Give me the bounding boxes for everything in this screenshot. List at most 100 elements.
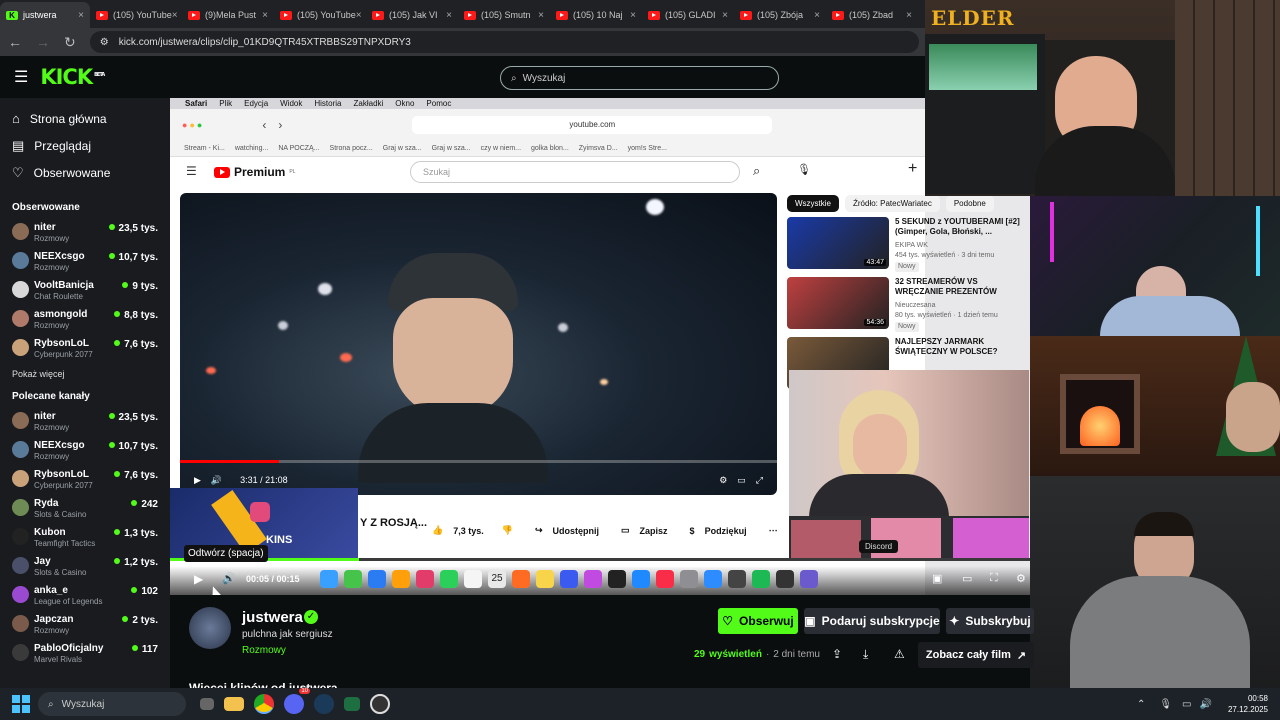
browser-tab[interactable]: (105) Zbad × [826,2,918,28]
close-tab-icon[interactable]: × [78,10,84,21]
follow-button[interactable]: ♡ Obserwuj [718,608,798,634]
bookmark-item: Stream - Ki... [184,145,225,152]
browser-tab[interactable]: (105) 10 Naj × [550,2,642,28]
file-explorer-icon[interactable] [224,697,244,711]
channel-item[interactable]: RybsonLoL Cyberpunk 2077 7,6 tys. [0,467,170,496]
close-tab-icon[interactable]: × [446,10,452,21]
clip-progress-track[interactable] [170,558,1030,561]
clip-video[interactable]: Safari Plik Edycja Widok Historia Zakładki Okn… [170,98,1030,595]
channel-item[interactable]: NEEXcsgo Rozmowy 10,7 tys. [0,438,170,467]
close-tab-icon[interactable]: × [906,10,912,21]
avatar [12,412,29,429]
steam-icon[interactable] [314,694,334,714]
reload-icon[interactable]: ↻ [64,34,76,51]
taskbar-search[interactable]: ⌕ Wyszukaj [38,692,186,716]
channel-item[interactable]: anka_e League of Legends 102 [0,583,170,612]
obs-icon[interactable] [370,694,390,714]
site-settings-icon[interactable]: ⚙ [100,37,109,48]
discord-icon[interactable]: 10 [284,688,310,714]
full-video-button[interactable]: Zobacz cały film ↗ [918,642,1034,668]
windows-start-icon[interactable] [12,695,30,713]
nav-item[interactable]: ♡ Obserwowane [0,159,170,186]
close-tab-icon[interactable]: × [262,10,268,21]
search-input[interactable]: ⌕ Wyszukaj [500,66,779,90]
browser-tab[interactable]: (105) YouTube × [90,2,182,28]
yt-mic-icon: 🎙 [797,164,811,176]
clip-info: justwera ✓ pulchna jak sergiusz Rozmowy … [170,595,1034,695]
close-tab-icon[interactable]: × [722,10,728,21]
browser-tab[interactable]: (105) Jak VI × [366,2,458,28]
channel-avatar[interactable] [189,607,231,649]
chrome-icon[interactable] [254,694,274,714]
clip-theater-icon[interactable]: ▣ [932,572,942,585]
subscribe-button[interactable]: ✦ Subskrybuj [946,608,1034,634]
gift-sub-button[interactable]: ▣ Podaruj subskrypcje [804,608,940,634]
task-view-icon[interactable] [200,698,214,710]
clip-pip-icon[interactable]: ▭ [962,572,972,585]
close-tab-icon[interactable]: × [356,10,362,21]
youtube-favicon-icon [556,10,568,20]
tray-chevron-icon[interactable]: ⌃ [1137,699,1145,710]
channel-item[interactable]: asmongold Rozmowy 8,8 tys. [0,307,170,336]
network-icon[interactable]: ▭ [1182,699,1191,710]
nav-item[interactable]: ⌂ Strona główna [0,105,170,132]
menu-icon[interactable]: ☰ [14,67,28,87]
mac-menu-item: Pomoc [426,99,452,108]
bookmark-item: watching... [234,145,269,152]
back-icon[interactable]: ← [8,34,22,50]
category-link[interactable]: Rozmowy [242,645,286,656]
channel-item[interactable]: VooltBanicja Chat Roulette 9 tys. [0,278,170,307]
browser-tab[interactable]: (105) GLADI × [642,2,734,28]
download-icon[interactable]: ⤓ [863,647,868,662]
yt-suggestion-meta: Nieuczesana 80 tys. wyświetleń · 1 dzień … [895,302,998,332]
volume-tray-icon[interactable]: 🔊 [1200,699,1212,710]
windows-taskbar: ⌕ Wyszukaj 10 ⌃ 🎙 ▭ 🔊 00:58 27.12.2025 [0,688,1280,720]
report-icon[interactable]: ⚠ [894,647,905,661]
browser-tab[interactable]: (9)Mela Pust × [182,2,274,28]
kick-logo[interactable]: KICK BETA [40,65,105,89]
dock-app-icon [776,570,794,588]
browser-tab[interactable]: (105) Zbója × [734,2,826,28]
clip-volume-icon[interactable]: 🔊 [222,572,236,585]
close-tab-icon[interactable]: × [630,10,636,21]
browser-tab[interactable]: Kjustwera × [0,2,90,28]
browser-tab[interactable]: (105) Smutn × [458,2,550,28]
channel-category: Marvel Rivals [34,655,83,664]
close-tab-icon[interactable]: × [814,10,820,21]
forward-icon[interactable]: → [36,34,50,50]
dock-app-icon [416,570,434,588]
channel-item[interactable]: Jay Slots & Casino 1,2 tys. [0,554,170,583]
like-icon: 👍 [432,525,444,535]
channel-item[interactable]: niter Rozmowy 23,5 tys. [0,409,170,438]
yt-share: Udostępnij [552,525,600,536]
share-icon[interactable]: ⇪ [832,647,842,661]
youtube-favicon-icon [372,10,384,20]
mic-tray-icon[interactable]: 🎙 [1159,699,1172,710]
channel-item[interactable]: Japczan Rozmowy 2 tys. [0,612,170,641]
channel-name[interactable]: justwera [242,609,303,626]
browse-icon: ▤ [12,137,25,153]
show-more-link[interactable]: Pokaż więcej [0,365,170,389]
cam-bottom [1030,476,1280,688]
channel-item[interactable]: NEEXcsgo Rozmowy 10,7 tys. [0,249,170,278]
channel-item[interactable]: PabloOficjalny Marvel Rivals 117 [0,641,170,670]
excel-icon[interactable] [344,697,360,711]
close-tab-icon[interactable]: × [538,10,544,21]
url-bar[interactable]: ⚙ kick.com/justwera/clips/clip_01KD9QTR4… [89,31,919,53]
channel-item[interactable]: RybsonLoL Cyberpunk 2077 7,6 tys. [0,336,170,365]
nav-item[interactable]: ▤ Przeglądaj [0,132,170,159]
yt-progress-fill [180,460,280,463]
channel-item[interactable]: niter Rozmowy 23,5 tys. [0,220,170,249]
clip-fullscreen-icon[interactable]: ⛶ [990,572,998,585]
channel-item[interactable]: Ryda Slots & Casino 242 [0,496,170,525]
bookmark-item: czy w niem... [480,145,522,152]
close-tab-icon[interactable]: × [172,10,178,21]
browser-tab[interactable]: (105) YouTube × [274,2,366,28]
clock[interactable]: 00:58 27.12.2025 [1228,693,1268,715]
youtube-player: ▶ 🔊 3:31 / 21:08 ⚙ ▭ ⤢ [180,193,777,495]
channel-item[interactable]: Kubon Teamfight Tactics 1,3 tys. [0,525,170,554]
channel-category: Rozmowy [34,263,70,272]
clip-settings-icon[interactable]: ⚙ [1016,572,1026,585]
clip-play-button[interactable]: ▶ [194,572,203,586]
bookmark-item: Zyimsva D... [578,145,618,152]
